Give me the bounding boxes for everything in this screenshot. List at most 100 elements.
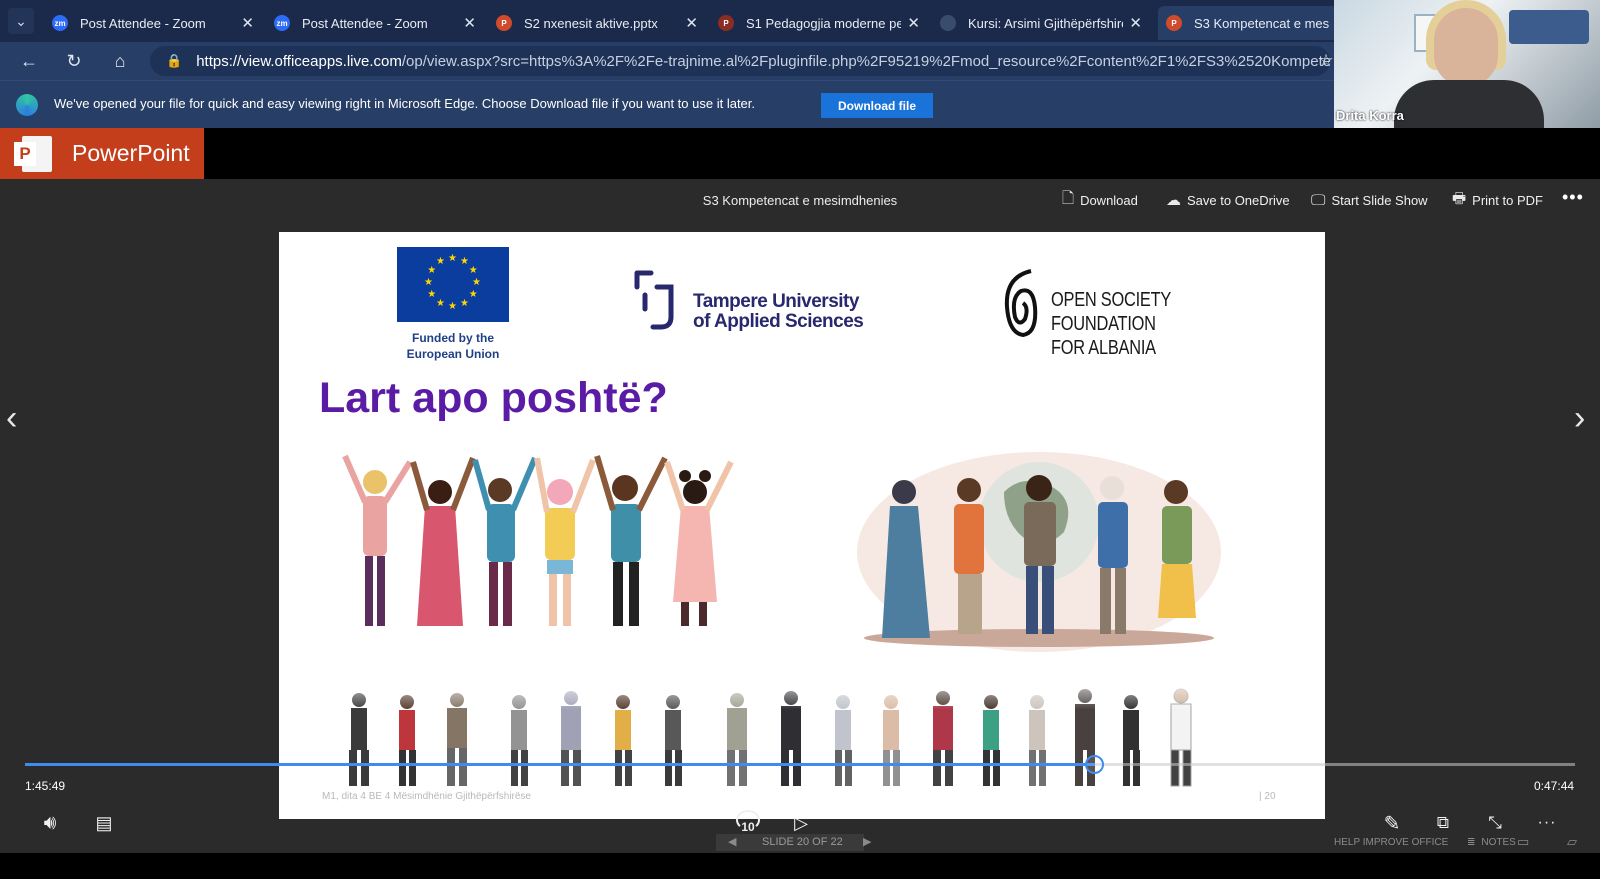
tab-label: Kursi: Arsimi Gjithëpërfshirës	[968, 15, 1124, 31]
tab-label: Post Attendee - Zoom	[302, 15, 428, 31]
eu-caption-line: European Union	[406, 347, 500, 361]
download-label: Download	[1080, 192, 1138, 208]
seek-bar-thumb[interactable]	[1085, 755, 1104, 774]
browser-tab[interactable]: zm Post Attendee - Zoom ✕	[266, 6, 484, 40]
eu-star-icon: ★	[427, 265, 437, 276]
slideshow-view-icon[interactable]: ▱	[1567, 834, 1577, 850]
eu-caption-line: Funded by the	[412, 331, 494, 345]
back-arrow-icon[interactable]: ←	[15, 48, 43, 74]
eu-star-icon: ★	[436, 256, 445, 268]
osf-logo-mark	[1004, 269, 1038, 338]
zoom-icon: zm	[52, 15, 68, 31]
slide-footer-text: M1, dita 4 BE 4 Mësimdhënie Gjithëpërfsh…	[322, 791, 531, 802]
tab-actions-chevron-icon[interactable]: ⌄	[8, 8, 34, 34]
help-improve-office-link[interactable]: HELP IMPROVE OFFICE	[1334, 837, 1448, 848]
more-options-icon[interactable]: •••	[1562, 187, 1584, 208]
url-path: /op/view.aspx?src=https%3A%2F%2Fe-trajni…	[401, 52, 1330, 70]
cloud-icon: ☁	[1166, 192, 1181, 209]
close-tab-icon[interactable]: ✕	[685, 14, 698, 32]
url-host: https://view.officeapps.live.com	[196, 52, 402, 70]
diverse-people-globe-illustration	[857, 452, 1221, 652]
osf-line: OPEN SOCIETY FOUNDATION	[1051, 289, 1171, 335]
bottom-bar	[0, 853, 1600, 879]
remaining-time: 0:47:44	[1534, 779, 1575, 793]
eu-star-icon: ★	[468, 265, 478, 276]
participant-body	[1394, 80, 1544, 128]
tamk-line: Tampere University	[693, 291, 859, 312]
eu-star-icon: ★	[436, 297, 445, 309]
slide-title: Lart apo poshtë?	[319, 374, 668, 422]
browser-tab[interactable]: zm Post Attendee - Zoom ✕	[44, 6, 262, 40]
powerpoint-icon: P	[1166, 15, 1182, 31]
start-slide-show-button[interactable]: 🖵 Start Slide Show	[1311, 189, 1428, 211]
reading-view-icon[interactable]: ▭	[1517, 834, 1529, 850]
close-tab-icon[interactable]: ✕	[1129, 14, 1142, 32]
raised-hands-illustration	[342, 454, 734, 626]
eu-star-icon: ★	[460, 256, 469, 268]
eu-flag-logo: ★ ★ ★ ★ ★ ★ ★ ★ ★ ★ ★ ★	[397, 247, 509, 322]
eu-star-icon: ★	[448, 301, 457, 312]
powerpoint-icon: P	[718, 15, 734, 31]
browser-tab-active[interactable]: P S3 Kompetencat e mesimd	[1158, 6, 1338, 40]
zoom-icon: zm	[274, 15, 290, 31]
tab-label: Post Attendee - Zoom	[80, 15, 206, 31]
seek-bar-progress	[25, 763, 1095, 766]
tab-label: S1 Pedagogjia moderne per	[746, 15, 902, 31]
slideshow-icon: 🖵	[1311, 191, 1326, 209]
browser-tab[interactable]: P S2 nxenesit aktive.pptx ✕	[488, 6, 706, 40]
download-file-button[interactable]: Download file	[821, 93, 933, 118]
browser-tab[interactable]: Kursi: Arsimi Gjithëpërfshirës ✕	[932, 6, 1150, 40]
eu-star-icon: ★	[427, 289, 437, 300]
next-slide-chevron-icon[interactable]: ›	[1574, 399, 1585, 438]
tab-label: S2 nxenesit aktive.pptx	[524, 15, 658, 31]
eu-star-icon: ★	[468, 289, 478, 300]
download-button[interactable]: 🗋 Download	[1062, 189, 1138, 211]
app-name: PowerPoint	[72, 140, 190, 166]
save-onedrive-label: Save to OneDrive	[1187, 192, 1290, 208]
browser-tab[interactable]: P S1 Pedagogjia moderne per ✕	[710, 6, 928, 40]
save-to-onedrive-button[interactable]: ☁ Save to OneDrive	[1166, 189, 1290, 211]
eu-star-icon: ★	[424, 277, 433, 288]
edge-icon	[16, 94, 38, 116]
wall-poster	[1509, 10, 1589, 44]
close-tab-icon[interactable]: ✕	[463, 14, 476, 32]
next-slide-small-icon[interactable]: ▶	[863, 835, 871, 848]
notes-label: NOTES	[1481, 837, 1516, 848]
powerpoint-icon: P	[496, 15, 512, 31]
slide-canvas: ★ ★ ★ ★ ★ ★ ★ ★ ★ ★ ★ ★ Funded by the European Unio…	[279, 232, 1325, 819]
tamk-line: of Applied Sciences	[693, 311, 864, 332]
slide-counter: SLIDE 20 OF 22	[762, 836, 843, 848]
close-tab-icon[interactable]: ✕	[241, 14, 254, 32]
slide-viewer: S3 Kompetencat e mesimdhenies 🗋 Download…	[0, 179, 1600, 853]
powerpoint-header: P PowerPoint	[0, 128, 1600, 179]
osf-logo-text: OPEN SOCIETY FOUNDATION FOR ALBANIA	[1051, 288, 1276, 360]
print-pdf-label: Print to PDF	[1472, 192, 1543, 208]
printer-icon: 🖶	[1452, 189, 1467, 207]
eu-star-icon: ★	[448, 253, 457, 264]
participant-face	[1434, 8, 1498, 86]
tab-label: S3 Kompetencat e mesimd	[1194, 15, 1330, 31]
slide-page-number: | 20	[1259, 791, 1276, 802]
notes-icon: ≣	[1467, 837, 1476, 848]
participant-video[interactable]: Drita Korra	[1334, 0, 1600, 128]
address-bar-input[interactable]: 🔒 https://view.officeapps.live.com /op/v…	[150, 46, 1330, 76]
notes-button[interactable]: ≣ NOTES	[1467, 837, 1516, 848]
powerpoint-brand[interactable]: P PowerPoint	[0, 128, 204, 179]
page-icon	[940, 15, 956, 31]
print-to-pdf-button[interactable]: 🖶 Print to PDF	[1452, 189, 1543, 211]
elapsed-time: 1:45:49	[25, 779, 66, 793]
eu-star-icon: ★	[472, 277, 481, 288]
powerpoint-logo-icon: P	[14, 135, 52, 172]
tamk-logo-text: Tampere University of Applied Sciences	[693, 291, 864, 332]
lock-icon: 🔒	[166, 53, 183, 68]
slideshow-label: Start Slide Show	[1331, 192, 1428, 208]
close-tab-icon[interactable]: ✕	[907, 14, 920, 32]
previous-slide-chevron-icon[interactable]: ‹	[6, 399, 17, 438]
refresh-icon[interactable]: ↻	[60, 48, 88, 74]
previous-slide-small-icon[interactable]: ◀	[728, 835, 736, 848]
download-icon: 🗋	[1062, 189, 1075, 207]
home-icon[interactable]: ⌂	[106, 48, 134, 74]
info-message: We've opened your file for quick and eas…	[54, 96, 756, 111]
eu-star-icon: ★	[460, 297, 469, 309]
tamk-logo-mark	[634, 270, 674, 330]
